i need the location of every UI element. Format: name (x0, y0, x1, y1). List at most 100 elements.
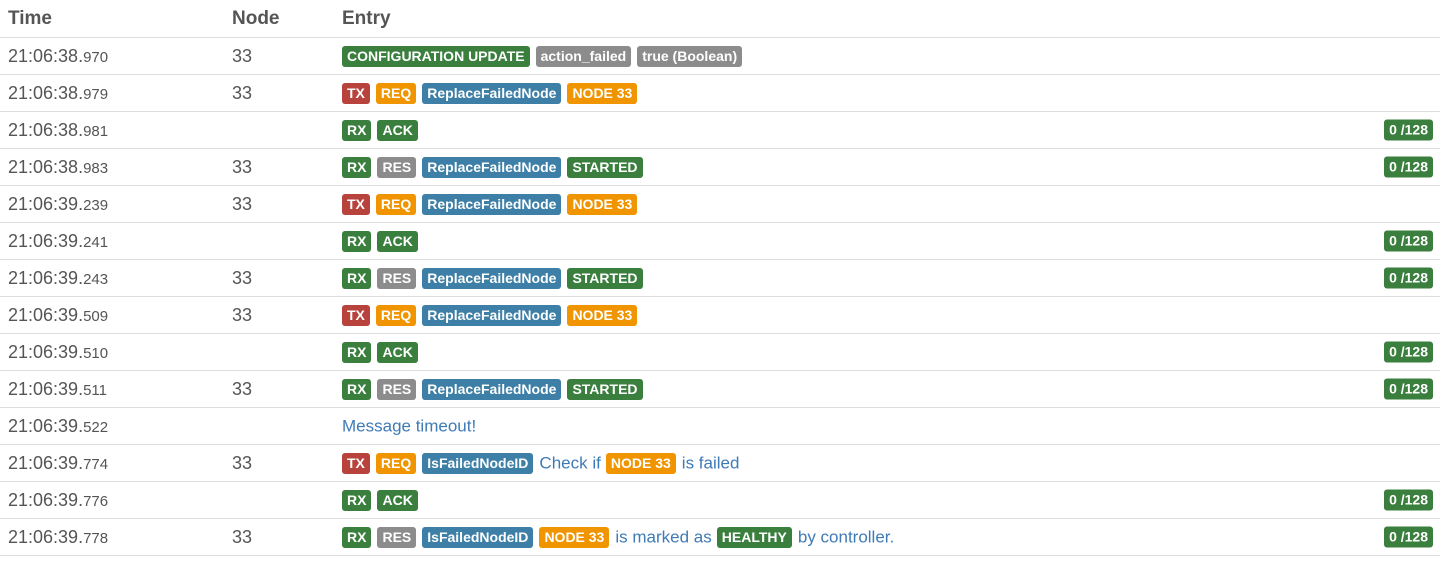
log-label-badge: IsFailedNodeID (422, 526, 534, 548)
log-time-ms: 243 (83, 270, 109, 288)
log-time: 21:06:39.243 (0, 259, 224, 297)
log-label-badge: RX (342, 526, 372, 548)
queue-counter-badge: 0 /128 (1384, 341, 1433, 363)
log-time-ms: 983 (83, 159, 109, 177)
queue-counter-badge: 0 /128 (1384, 378, 1433, 400)
log-time-ms: 241 (83, 233, 109, 251)
log-time-main: 21:06:39. (8, 193, 84, 214)
log-node: 33 (224, 259, 334, 297)
log-row[interactable]: 21:06:39.243 33 RX RES ReplaceFailedNode S… (0, 259, 1440, 297)
log-entry: RX RES ReplaceFailedNode STARTED 0 /128 (334, 370, 1440, 408)
log-label-badge: RES (377, 526, 417, 548)
log-node: 33 (224, 74, 334, 112)
log-label-badge: RX (342, 267, 372, 289)
log-entry: RX RES IsFailedNodeID NODE 33 is marked … (334, 518, 1440, 556)
log-label-badge: IsFailedNodeID (422, 452, 534, 474)
log-time-ms: 509 (83, 307, 109, 325)
log-label-badge: RX (342, 489, 372, 511)
log-time-main: 21:06:39. (8, 452, 84, 473)
log-label-badge: true (Boolean) (637, 45, 743, 67)
log-row[interactable]: 21:06:39.510 RX ACK 0 /128 (0, 333, 1440, 371)
log-row[interactable]: 21:06:39.522 Message timeout! (0, 407, 1440, 445)
log-time-main: 21:06:38. (8, 156, 84, 177)
log-node (224, 407, 334, 445)
log-time: 21:06:39.774 (0, 444, 224, 482)
log-time-ms: 522 (83, 418, 109, 436)
log-header-row: Time Node Entry (0, 0, 1440, 38)
log-row[interactable]: 21:06:39.774 33 TX REQ IsFailedNodeID Chec… (0, 444, 1440, 482)
log-row[interactable]: 21:06:39.239 33 TX REQ ReplaceFailedNode N… (0, 185, 1440, 223)
log-label-badge: STARTED (567, 378, 643, 400)
log-row[interactable]: 21:06:38.983 33 RX RES ReplaceFailedNode S… (0, 148, 1440, 186)
log-row[interactable]: 21:06:38.970 33 CONFIGURATION UPDATE actio… (0, 37, 1440, 75)
log-node: 33 (224, 185, 334, 223)
log-row[interactable]: 21:06:39.776 RX ACK 0 /128 (0, 481, 1440, 519)
log-time-main: 21:06:39. (8, 489, 84, 510)
log-node: 33 (224, 296, 334, 334)
node-column-header[interactable]: Node (224, 0, 334, 38)
log-entry: Message timeout! (334, 407, 1440, 445)
log-time: 21:06:38.981 (0, 111, 224, 149)
log-label-badge: ReplaceFailedNode (422, 378, 562, 400)
log-label-badge: ACK (377, 230, 418, 252)
queue-counter-badge: 0 /128 (1384, 156, 1433, 178)
log-label-badge: ReplaceFailedNode (422, 193, 562, 215)
log-label-badge: CONFIGURATION UPDATE (342, 45, 530, 67)
log-label-badge: RES (377, 267, 417, 289)
time-column-header[interactable]: Time (0, 0, 224, 38)
log-row[interactable]: 21:06:39.778 33 RX RES IsFailedNodeID NODE… (0, 518, 1440, 556)
log-time-main: 21:06:39. (8, 267, 84, 288)
log-time-main: 21:06:38. (8, 119, 84, 140)
log-time-main: 21:06:39. (8, 526, 84, 547)
log-label-badge: RX (342, 119, 372, 141)
log-time: 21:06:38.979 (0, 74, 224, 112)
log-entry: TX REQ ReplaceFailedNode NODE 33 (334, 296, 1440, 334)
log-label-badge: RX (342, 230, 372, 252)
log-time-ms: 979 (83, 85, 109, 103)
log-entry: TX REQ ReplaceFailedNode NODE 33 (334, 185, 1440, 223)
log-node: 33 (224, 444, 334, 482)
log-label-badge: REQ (375, 304, 417, 326)
log-entry: RX RES ReplaceFailedNode STARTED 0 /128 (334, 148, 1440, 186)
log-label-badge: action_failed (535, 45, 632, 67)
log-label-badge: TX (342, 193, 370, 215)
log-time-main: 21:06:39. (8, 230, 84, 251)
log-node: 33 (224, 370, 334, 408)
log-row[interactable]: 21:06:39.241 RX ACK 0 /128 (0, 222, 1440, 260)
log-entry: RX ACK 0 /128 (334, 481, 1440, 519)
log-label-badge: TX (342, 304, 370, 326)
log-node (224, 222, 334, 260)
log-row[interactable]: 21:06:38.979 33 TX REQ ReplaceFailedNode N… (0, 74, 1440, 112)
queue-counter-badge: 0 /128 (1384, 230, 1433, 252)
log-node (224, 111, 334, 149)
log-time-ms: 510 (83, 344, 109, 362)
log-table: Time Node Entry 21:06:38.970 33 CONFIGURAT… (0, 0, 1440, 556)
entry-column-header[interactable]: Entry (334, 0, 1440, 38)
log-entry: CONFIGURATION UPDATE action_failed true … (334, 37, 1440, 75)
log-row[interactable]: 21:06:39.509 33 TX REQ ReplaceFailedNode N… (0, 296, 1440, 334)
log-entry: RX ACK 0 /128 (334, 111, 1440, 149)
log-label-badge: RX (342, 378, 372, 400)
log-time-ms: 778 (83, 529, 109, 547)
log-time-ms: 239 (83, 196, 109, 214)
log-entry: TX REQ IsFailedNodeID Check if NODE 33 i… (334, 444, 1440, 482)
log-time: 21:06:39.778 (0, 518, 224, 556)
log-time: 21:06:39.776 (0, 481, 224, 519)
log-row[interactable]: 21:06:39.511 33 RX RES ReplaceFailedNode S… (0, 370, 1440, 408)
log-label-badge: STARTED (567, 267, 643, 289)
log-time-ms: 970 (83, 48, 109, 66)
log-label-badge: RES (377, 378, 417, 400)
log-time: 21:06:38.970 (0, 37, 224, 75)
log-label-badge: RX (342, 341, 372, 363)
log-entry-text: by controller. (797, 527, 895, 547)
log-label-badge: ACK (377, 489, 418, 511)
log-node: 33 (224, 37, 334, 75)
log-row[interactable]: 21:06:38.981 RX ACK 0 /128 (0, 111, 1440, 149)
log-label-badge: TX (342, 82, 370, 104)
log-time: 21:06:38.983 (0, 148, 224, 186)
log-entry-text: is failed (681, 453, 740, 473)
log-time-main: 21:06:39. (8, 341, 84, 362)
log-label-badge: RES (377, 156, 417, 178)
log-label-badge: NODE 33 (567, 304, 638, 326)
log-entry-text: Check if (539, 453, 601, 473)
